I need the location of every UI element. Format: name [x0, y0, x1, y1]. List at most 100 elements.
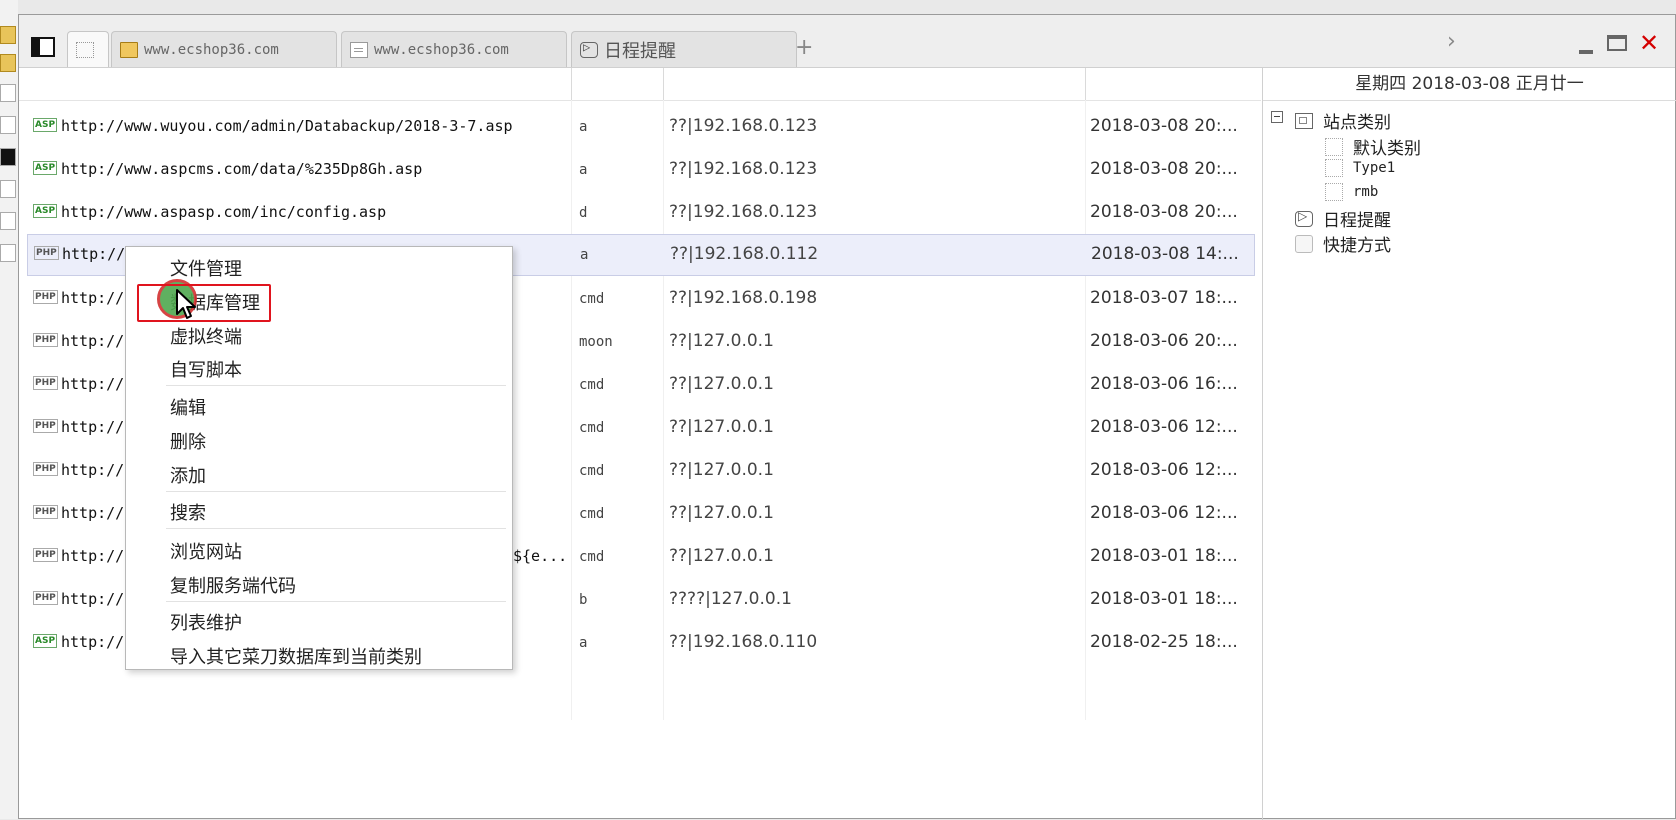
- tree-label: Type1: [1353, 160, 1396, 176]
- row-time: 2018-03-06 20:...: [1090, 331, 1238, 351]
- row-url: http://: [61, 418, 125, 436]
- row-time: 2018-03-06 12:...: [1090, 417, 1238, 437]
- row-url: http://: [61, 547, 125, 565]
- tab-label: www.ecshop36.com: [144, 41, 279, 58]
- row-note: cmd: [579, 377, 605, 393]
- tab-schedule[interactable]: 日程提醒: [571, 31, 797, 67]
- desktop-file-icon[interactable]: [0, 244, 16, 262]
- tab-site-document[interactable]: www.ecshop36.com: [341, 31, 567, 67]
- row-url: http://www.wuyou.com/admin/Databackup/20…: [61, 117, 513, 135]
- menu-item-import-database[interactable]: 导入其它菜刀数据库到当前类别: [170, 643, 422, 669]
- php-file-icon: PHP: [33, 290, 58, 304]
- asp-file-icon: ASP: [33, 204, 58, 218]
- php-file-icon: PHP: [33, 505, 58, 519]
- row-note: a: [580, 247, 589, 263]
- row-ip: ??|127.0.0.1: [669, 503, 774, 523]
- tree-item-rmb[interactable]: rmb: [1325, 183, 1378, 201]
- menu-item-custom-script[interactable]: 自写脚本: [170, 356, 242, 382]
- row-time: 2018-03-06 12:...: [1090, 460, 1238, 480]
- chevron-right-icon[interactable]: ›: [1447, 29, 1456, 54]
- category-leaf-icon: [1325, 137, 1343, 156]
- tree-item-default[interactable]: 默认类别: [1325, 134, 1421, 159]
- menu-item-add[interactable]: 添加: [170, 462, 206, 488]
- row-time: 2018-02-25 18:...: [1090, 632, 1238, 652]
- maximize-button[interactable]: [1607, 35, 1627, 51]
- row-time: 2018-03-01 18:...: [1090, 589, 1238, 609]
- collapse-icon[interactable]: [1271, 111, 1283, 123]
- asp-file-icon: ASP: [33, 634, 58, 648]
- date-display: 星期四 2018-03-08 正月廿一: [1263, 68, 1676, 101]
- table-row[interactable]: ASP http://www.aspasp.com/inc/config.asp…: [27, 193, 1255, 233]
- column-divider[interactable]: [571, 68, 572, 100]
- desktop-file-icon[interactable]: [0, 180, 16, 198]
- php-file-icon: PHP: [33, 376, 58, 390]
- php-file-icon: PHP: [33, 333, 58, 347]
- row-url: http://: [61, 633, 125, 651]
- tree-item-type1[interactable]: Type1: [1325, 159, 1395, 177]
- folder-icon: [120, 41, 138, 58]
- schedule-icon: [580, 40, 598, 58]
- row-note: a: [579, 119, 588, 135]
- tree-item-shortcuts[interactable]: 快捷方式: [1295, 231, 1391, 256]
- php-file-icon: PHP: [34, 246, 59, 260]
- close-button[interactable]: ✕: [1639, 29, 1659, 57]
- panel-toggle-icon[interactable]: [31, 37, 55, 57]
- row-ip: ??|192.168.0.198: [669, 288, 818, 308]
- tree-root-categories[interactable]: 站点类别: [1295, 108, 1391, 133]
- row-note: cmd: [579, 463, 605, 479]
- menu-item-search[interactable]: 搜索: [170, 499, 206, 525]
- row-ip: ??|127.0.0.1: [669, 546, 774, 566]
- desktop-app-icon[interactable]: [0, 148, 16, 166]
- tab-bar: www.ecshop36.com www.ecshop36.com 日程提醒 +…: [19, 15, 1675, 68]
- blank-icon: [76, 41, 94, 58]
- row-ip: ??|127.0.0.1: [669, 417, 774, 437]
- tab-label: 日程提醒: [604, 40, 676, 62]
- row-ip: ??|192.168.0.123: [669, 116, 818, 136]
- table-row[interactable]: ASP http://www.wuyou.com/admin/Databacku…: [27, 107, 1255, 147]
- row-note: cmd: [579, 420, 605, 436]
- column-header: [19, 68, 1261, 101]
- category-leaf-icon: [1325, 159, 1343, 177]
- menu-item-list-maintenance[interactable]: 列表维护: [170, 609, 242, 635]
- hand-icon: [1295, 234, 1313, 253]
- row-note: b: [579, 592, 588, 608]
- tree-label: 站点类别: [1323, 113, 1391, 133]
- menu-item-copy-server-code[interactable]: 复制服务端代码: [170, 572, 296, 598]
- column-divider[interactable]: [1085, 68, 1086, 100]
- row-url: http://: [61, 504, 125, 522]
- row-time: 2018-03-01 18:...: [1090, 546, 1238, 566]
- table-row[interactable]: ASP http://www.aspcms.com/data/%235Dp8Gh…: [27, 150, 1255, 190]
- asp-file-icon: ASP: [33, 161, 58, 175]
- desktop-folder-icon[interactable]: [0, 54, 16, 72]
- menu-separator: [166, 385, 506, 386]
- menu-item-browse-site[interactable]: 浏览网站: [170, 538, 242, 564]
- row-url: http://: [61, 590, 125, 608]
- row-note: a: [579, 635, 588, 651]
- desktop-folder-icon[interactable]: [0, 26, 16, 44]
- tree-item-schedule[interactable]: 日程提醒: [1295, 206, 1391, 231]
- add-tab-button[interactable]: +: [795, 35, 813, 60]
- category-icon: [1295, 112, 1313, 129]
- desktop-icon-strip: [0, 0, 18, 819]
- menu-item-delete[interactable]: 删除: [170, 428, 206, 454]
- row-url: http://: [62, 245, 126, 263]
- tab-site-folder[interactable]: www.ecshop36.com: [111, 31, 337, 67]
- menu-item-edit[interactable]: 编辑: [170, 394, 206, 420]
- php-file-icon: PHP: [33, 462, 58, 476]
- menu-item-file-manager[interactable]: 文件管理: [170, 255, 242, 281]
- row-note: cmd: [579, 506, 605, 522]
- column-divider[interactable]: [663, 68, 664, 100]
- row-ip: ??|127.0.0.1: [669, 331, 774, 351]
- row-ip: ??|192.168.0.110: [669, 632, 818, 652]
- row-time: 2018-03-06 16:...: [1090, 374, 1238, 394]
- tree-label: 日程提醒: [1323, 211, 1391, 231]
- tab-blank[interactable]: [67, 31, 109, 67]
- desktop-file-icon[interactable]: [0, 84, 16, 102]
- desktop-file-icon[interactable]: [0, 116, 16, 134]
- menu-item-virtual-terminal[interactable]: 虚拟终端: [170, 323, 242, 349]
- tab-label: www.ecshop36.com: [374, 41, 509, 58]
- minimize-button[interactable]: [1579, 50, 1593, 54]
- menu-separator: [166, 601, 506, 602]
- desktop-file-icon[interactable]: [0, 212, 16, 230]
- row-time: 2018-03-08 14:...: [1091, 244, 1239, 264]
